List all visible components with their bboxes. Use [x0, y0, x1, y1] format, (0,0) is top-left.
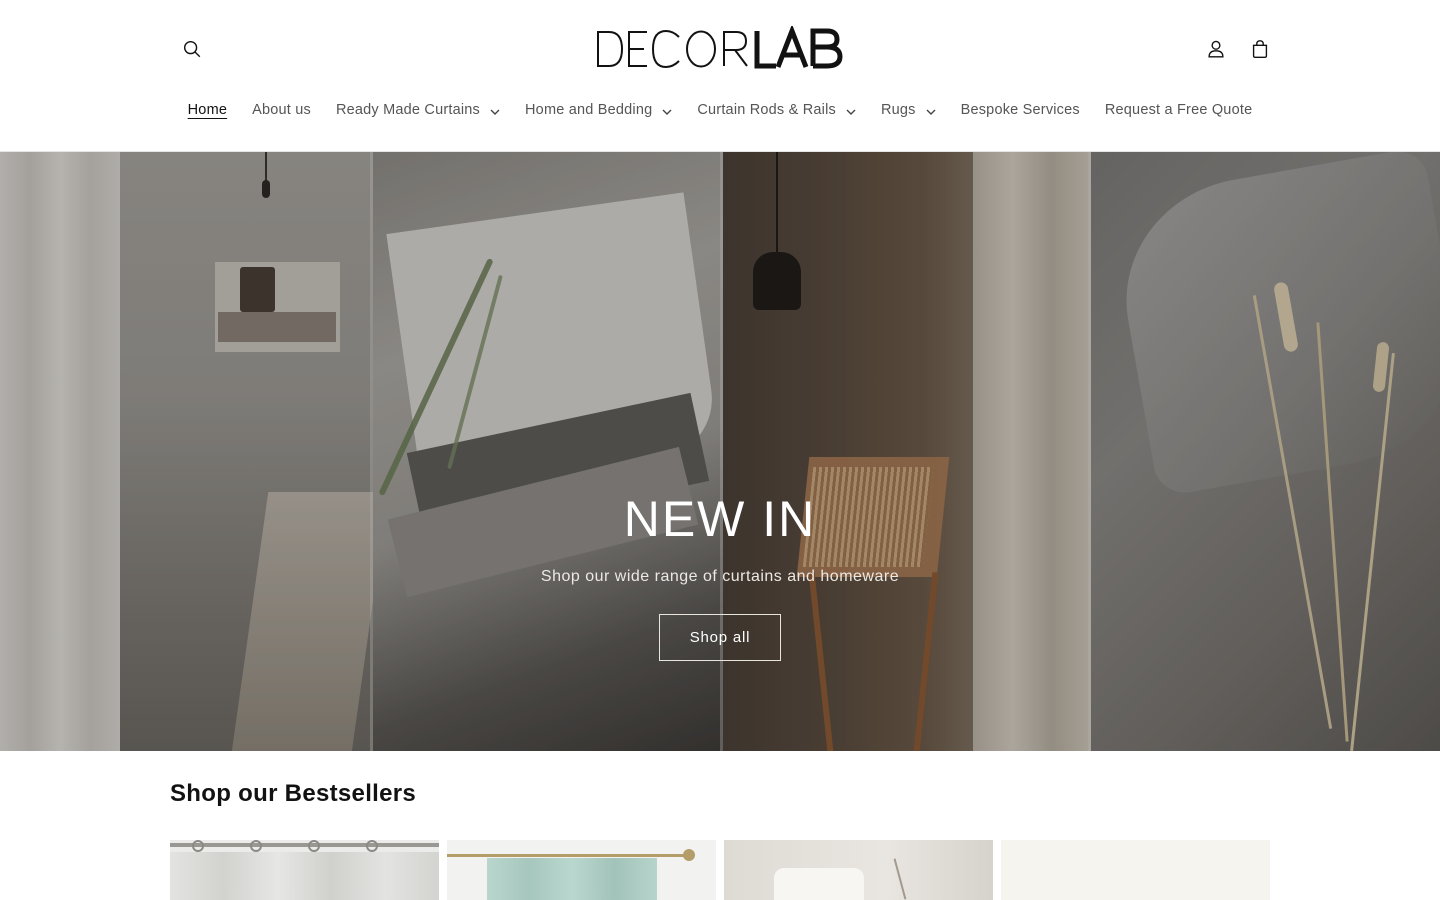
shop-all-button[interactable]: Shop all: [659, 614, 781, 661]
nav-label: Bespoke Services: [960, 102, 1080, 118]
account-icon: [1208, 40, 1224, 58]
nav-item-about-us[interactable]: About us: [240, 92, 324, 128]
hero-title: NEW IN: [623, 491, 817, 547]
product-image: [487, 858, 657, 900]
bestsellers-title: Shop our Bestsellers: [170, 780, 417, 807]
site-logo[interactable]: [595, 26, 845, 72]
product-image: [170, 852, 439, 900]
nav-label: About us: [252, 102, 311, 118]
nav-label: Rugs: [880, 102, 916, 118]
nav-item-curtain-rods-rails[interactable]: Curtain Rods & Rails: [685, 92, 869, 128]
nav-item-home-and-bedding[interactable]: Home and Bedding: [513, 92, 685, 128]
account-button[interactable]: [1194, 27, 1238, 71]
product-card[interactable]: [170, 840, 439, 900]
site-header: Home About us Ready Made Curtains Home a…: [0, 0, 1440, 152]
hero-subtitle: Shop our wide range of curtains and home…: [540, 568, 900, 585]
product-card[interactable]: [724, 840, 993, 900]
nav-label: Home: [187, 102, 228, 118]
search-icon: [183, 40, 201, 58]
nav-item-request-quote[interactable]: Request a Free Quote: [1092, 92, 1264, 128]
nav-label: Curtain Rods & Rails: [697, 102, 836, 118]
search-button[interactable]: [170, 27, 214, 71]
curtain-rod: [170, 843, 439, 847]
nav-item-ready-made-curtains[interactable]: Ready Made Curtains: [323, 92, 512, 128]
nav-label: Home and Bedding: [525, 102, 653, 118]
chevron-down-icon: [926, 105, 936, 115]
chevron-down-icon: [490, 105, 500, 115]
nav-item-bespoke-services[interactable]: Bespoke Services: [948, 92, 1092, 128]
nav-label: Ready Made Curtains: [335, 102, 481, 118]
cart-button[interactable]: [1238, 27, 1282, 71]
nav-item-rugs[interactable]: Rugs: [868, 92, 948, 128]
product-image: [1001, 840, 1270, 900]
chevron-down-icon: [662, 105, 672, 115]
main-nav: Home About us Ready Made Curtains Home a…: [0, 92, 1440, 128]
hero-overlay: [0, 152, 1440, 751]
product-card[interactable]: [447, 840, 716, 900]
nav-item-home[interactable]: Home: [175, 92, 239, 128]
decorlab-logo: [597, 26, 843, 69]
nav-label: Request a Free Quote: [1104, 102, 1253, 118]
chevron-down-icon: [846, 105, 856, 115]
hero-banner: NEW IN Shop our wide range of curtains a…: [0, 152, 1440, 751]
cart-icon: [1252, 40, 1268, 58]
curtain-rod: [447, 854, 687, 857]
product-card[interactable]: [1001, 840, 1270, 900]
